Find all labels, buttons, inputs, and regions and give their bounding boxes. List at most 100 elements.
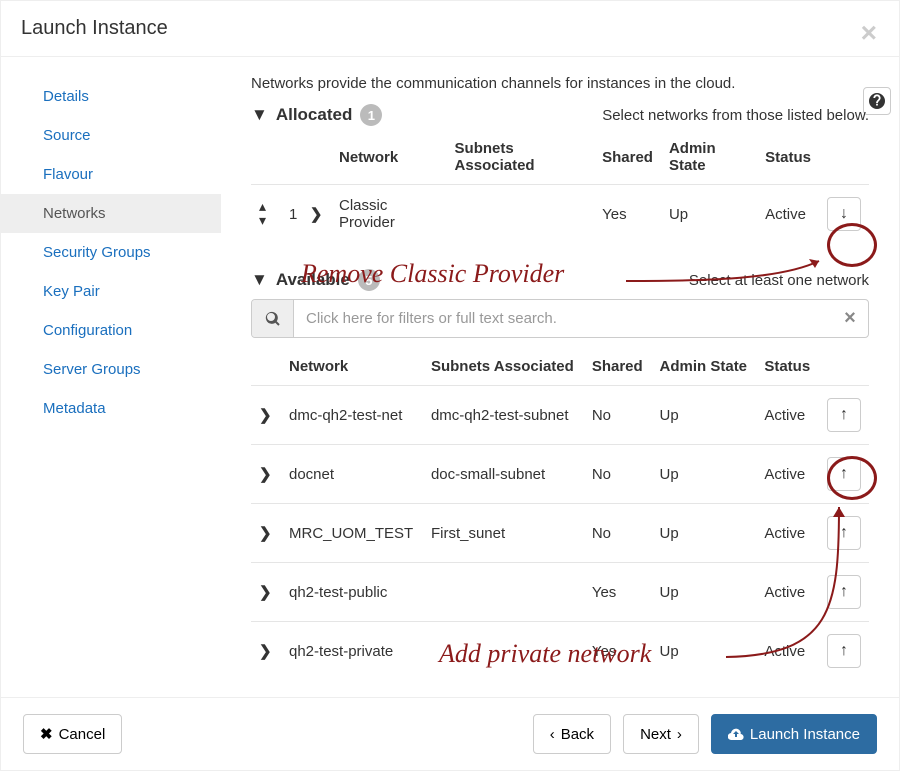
- chevron-right-icon: ›: [677, 726, 682, 743]
- cell-network: qh2-test-private: [281, 622, 423, 681]
- available-row: ❯ qh2-test-private YesUpActive ↑: [251, 622, 869, 681]
- chevron-left-icon: ‹: [550, 726, 555, 743]
- available-toggle[interactable]: ▼ Available 5: [251, 269, 380, 291]
- col-admin: Admin State: [661, 130, 757, 185]
- col-admin: Admin State: [652, 348, 757, 386]
- sidebar-item-security-groups[interactable]: Security Groups: [1, 233, 221, 272]
- expand-row-icon[interactable]: ❯: [310, 206, 323, 223]
- cell-network: qh2-test-public: [281, 563, 423, 622]
- back-button[interactable]: ‹ Back: [533, 714, 611, 754]
- allocated-header-row: ▼ Allocated 1 Select networks from those…: [251, 104, 869, 126]
- arrow-up-icon: ↑: [840, 642, 848, 660]
- available-row: ❯MRC_UOM_TESTFirst_sunetNoUpActive↑: [251, 504, 869, 563]
- cell-network: Classic Provider: [331, 185, 447, 244]
- next-button[interactable]: Next ›: [623, 714, 699, 754]
- cell-status: Active: [756, 622, 819, 681]
- sidebar-item-source[interactable]: Source: [1, 116, 221, 155]
- available-count-badge: 5: [358, 269, 380, 291]
- cell-admin: Up: [661, 185, 757, 244]
- sidebar-item-details[interactable]: Details: [1, 77, 221, 116]
- modal-header: Launch Instance: [1, 1, 899, 57]
- arrow-up-icon: ↑: [840, 406, 848, 424]
- close-icon[interactable]: ×: [861, 19, 877, 47]
- sidebar-item-metadata[interactable]: Metadata: [1, 389, 221, 428]
- cancel-button[interactable]: ✖ Cancel: [23, 714, 122, 754]
- cell-admin: Up: [652, 504, 757, 563]
- allocated-row: ▴▾1 ❯Classic ProviderYesUpActive↓: [251, 185, 869, 244]
- cell-status: Active: [756, 563, 819, 622]
- chevron-down-icon: ▼: [251, 270, 268, 290]
- allocated-count-badge: 1: [360, 104, 382, 126]
- reorder-handle[interactable]: ▴▾: [259, 199, 266, 227]
- allocated-hint: Select networks from those listed below.: [602, 107, 869, 124]
- cell-admin: Up: [652, 445, 757, 504]
- allocated-title: Allocated: [276, 105, 353, 125]
- cell-admin: Up: [652, 563, 757, 622]
- sidebar-item-networks[interactable]: Networks: [1, 194, 221, 233]
- allocated-table: Network Subnets Associated Shared Admin …: [251, 130, 869, 243]
- cell-subnets: [423, 622, 584, 681]
- available-row: ❯dmc-qh2-test-netdmc-qh2-test-subnetNoUp…: [251, 386, 869, 445]
- sidebar-item-configuration[interactable]: Configuration: [1, 311, 221, 350]
- cell-status: Active: [756, 445, 819, 504]
- networks-panel: Networks provide the communication chann…: [221, 57, 899, 696]
- expand-row-icon[interactable]: ❯: [259, 584, 272, 601]
- sidebar-item-server-groups[interactable]: Server Groups: [1, 350, 221, 389]
- expand-row-icon[interactable]: ❯: [259, 643, 272, 660]
- col-network: Network: [331, 130, 447, 185]
- search-icon[interactable]: [252, 300, 294, 337]
- cell-network: MRC_UOM_TEST: [281, 504, 423, 563]
- col-status: Status: [756, 348, 819, 386]
- close-icon: ✖: [40, 725, 53, 743]
- available-header-row: ▼ Available 5 Select at least one networ…: [251, 269, 869, 291]
- available-row: ❯ qh2-test-public YesUpActive↑: [251, 563, 869, 622]
- sidebar-item-key-pair[interactable]: Key Pair: [1, 272, 221, 311]
- arrow-up-icon: ↑: [840, 524, 848, 542]
- cell-network: docnet: [281, 445, 423, 504]
- cell-admin: Up: [652, 386, 757, 445]
- available-title: Available: [276, 270, 350, 290]
- cell-shared: Yes: [594, 185, 661, 244]
- expand-row-icon[interactable]: ❯: [259, 466, 272, 483]
- cell-status: Active: [756, 386, 819, 445]
- cell-status: Active: [756, 504, 819, 563]
- col-network: Network: [281, 348, 423, 386]
- cell-shared: Yes: [584, 563, 652, 622]
- launch-instance-modal: Launch Instance × DetailsSourceFlavourNe…: [0, 0, 900, 771]
- allocate-button[interactable]: ↑: [827, 634, 861, 668]
- col-status: Status: [757, 130, 819, 185]
- filter-row: ×: [251, 299, 869, 338]
- clear-filter-icon[interactable]: ×: [832, 300, 868, 337]
- expand-row-icon[interactable]: ❯: [259, 407, 272, 424]
- allocate-button[interactable]: ↑: [827, 457, 861, 491]
- modal-title: Launch Instance: [21, 17, 879, 40]
- allocated-toggle[interactable]: ▼ Allocated 1: [251, 104, 382, 126]
- row-order: 1: [289, 206, 297, 223]
- deallocate-button[interactable]: ↓: [827, 197, 861, 231]
- cell-subnets: [447, 185, 595, 244]
- cell-subnets: dmc-qh2-test-subnet: [423, 386, 584, 445]
- sidebar-item-flavour[interactable]: Flavour: [1, 155, 221, 194]
- allocate-button[interactable]: ↑: [827, 398, 861, 432]
- cell-admin: Up: [652, 622, 757, 681]
- col-shared: Shared: [584, 348, 652, 386]
- col-subnets: Subnets Associated: [447, 130, 595, 185]
- launch-instance-button[interactable]: Launch Instance: [711, 714, 877, 754]
- allocate-button[interactable]: ↑: [827, 516, 861, 550]
- cloud-upload-icon: [728, 726, 744, 742]
- cell-shared: No: [584, 386, 652, 445]
- available-hint: Select at least one network: [689, 272, 869, 289]
- expand-row-icon[interactable]: ❯: [259, 525, 272, 542]
- allocate-button[interactable]: ↑: [827, 575, 861, 609]
- cell-shared: No: [584, 504, 652, 563]
- filter-input[interactable]: [294, 300, 832, 337]
- chevron-down-icon: ▼: [251, 105, 268, 125]
- available-table: Network Subnets Associated Shared Admin …: [251, 348, 869, 680]
- available-row: ❯ docnetdoc-small-subnetNoUpActive↑: [251, 445, 869, 504]
- col-subnets: Subnets Associated: [423, 348, 584, 386]
- wizard-sidebar: DetailsSourceFlavourNetworksSecurity Gro…: [1, 57, 221, 696]
- cell-subnets: doc-small-subnet: [423, 445, 584, 504]
- cell-shared: No: [584, 445, 652, 504]
- intro-text: Networks provide the communication chann…: [251, 75, 869, 92]
- cell-shared: Yes: [584, 622, 652, 681]
